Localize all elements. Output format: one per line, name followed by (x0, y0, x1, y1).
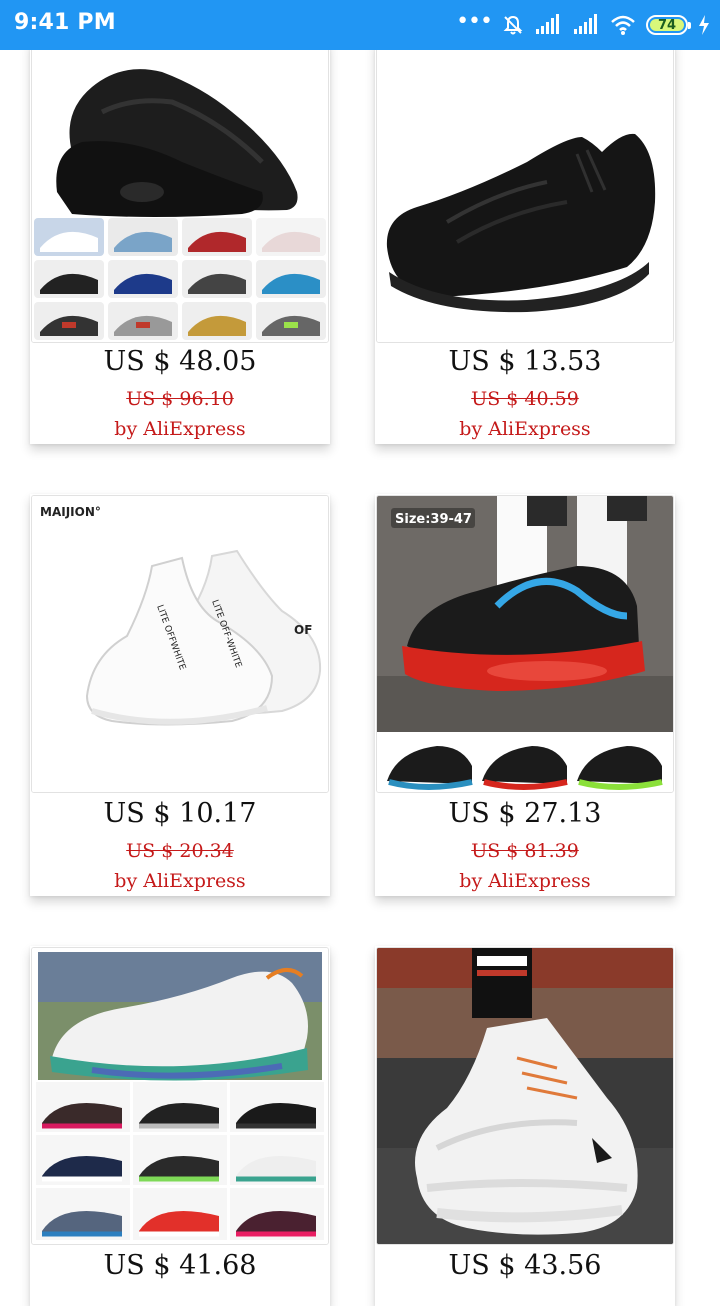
charging-icon (698, 15, 710, 35)
status-icons: ••• 74 (456, 11, 710, 39)
mute-icon (502, 14, 524, 36)
product-image[interactable] (376, 947, 674, 1245)
product-image[interactable]: MAIJION° LITE OFFWHITE LITE OFF-WHITE OF (31, 495, 329, 793)
product-card[interactable]: MAIJION° LITE OFFWHITE LITE OFF-WHITE OF… (30, 494, 330, 896)
seller-label: by AliExpress (114, 418, 246, 440)
product-feed: US $ 48.05 US $ 96.10 by AliExpress US $… (0, 0, 720, 1306)
svg-text:OF: OF (294, 623, 312, 637)
seller-label: by AliExpress (459, 418, 591, 440)
wifi-icon (610, 14, 636, 36)
product-price: US $ 43.56 (448, 1250, 602, 1281)
seller-label: by AliExpress (114, 870, 246, 892)
product-price: US $ 13.53 (448, 346, 602, 377)
product-price: US $ 10.17 (103, 798, 257, 829)
product-image[interactable]: Size:39-47 (376, 495, 674, 793)
product-image[interactable] (376, 41, 674, 343)
product-price: US $ 48.05 (103, 346, 257, 377)
original-price: US $ 40.59 (471, 388, 579, 410)
seller-label: by AliExpress (459, 870, 591, 892)
status-time: 9:41 PM (14, 10, 116, 35)
original-price: US $ 81.39 (471, 840, 579, 862)
signal-icon (534, 14, 562, 36)
product-card[interactable]: US $ 41.68 (30, 946, 330, 1306)
battery-icon: 74 (646, 15, 691, 35)
battery-level: 74 (657, 17, 677, 33)
product-card[interactable]: US $ 13.53 US $ 40.59 by AliExpress (375, 40, 675, 444)
size-tag: Size:39-47 (395, 512, 472, 527)
original-price: US $ 96.10 (126, 388, 234, 410)
status-bar: 9:41 PM ••• 74 (0, 0, 720, 50)
signal-icon-2 (572, 14, 600, 36)
product-card[interactable]: US $ 48.05 US $ 96.10 by AliExpress (30, 40, 330, 444)
product-price: US $ 27.13 (448, 798, 602, 829)
brand-logo: MAIJION° (40, 505, 101, 519)
product-card[interactable]: Size:39-47 US $ 27.13 US $ 81.39 by AliE… (375, 494, 675, 896)
product-price: US $ 41.68 (103, 1250, 257, 1281)
more-notifications-icon: ••• (456, 9, 493, 34)
product-image[interactable] (31, 947, 329, 1245)
product-image[interactable] (31, 41, 329, 343)
product-card[interactable]: US $ 43.56 (375, 946, 675, 1306)
original-price: US $ 20.34 (126, 840, 234, 862)
